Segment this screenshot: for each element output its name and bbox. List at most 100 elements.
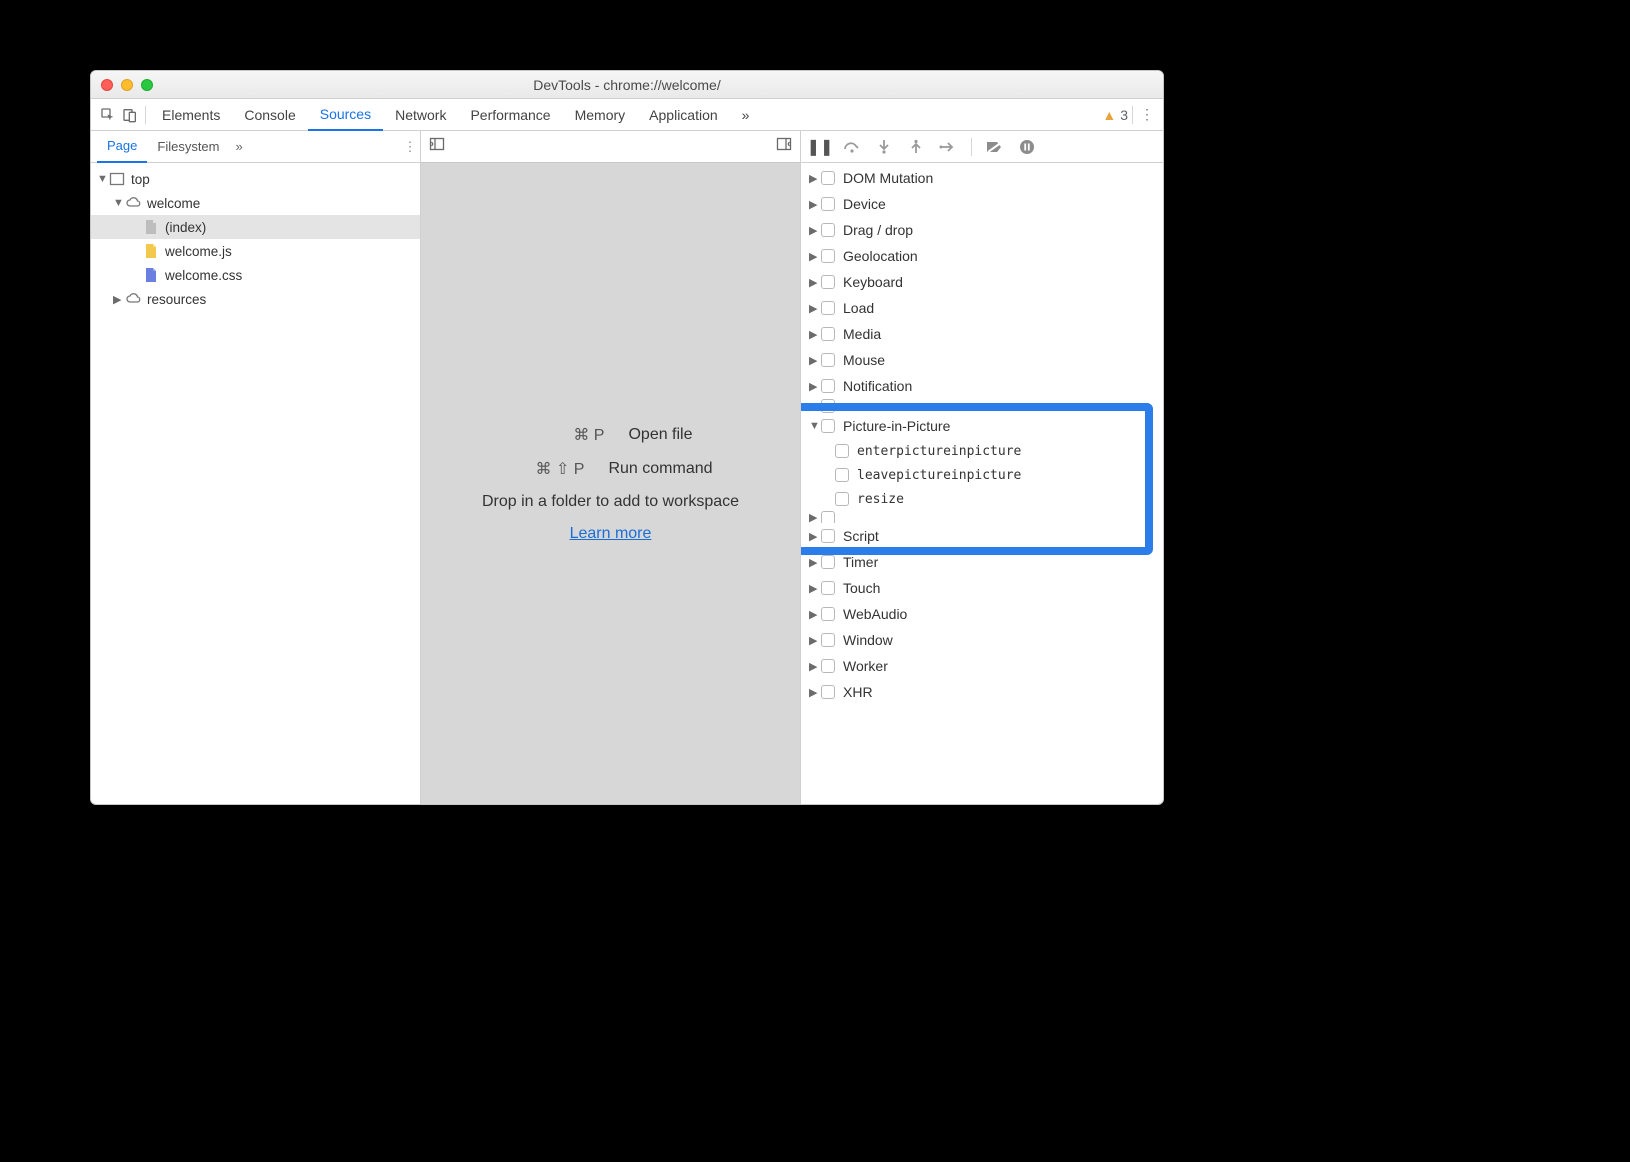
- frame-icon: [109, 171, 125, 187]
- breakpoint-checkbox[interactable]: [821, 659, 835, 673]
- breakpoint-event[interactable]: leavepictureinpicture: [801, 463, 1163, 487]
- step-over-icon[interactable]: [843, 140, 861, 154]
- tree-node-domain[interactable]: ▼ welcome: [91, 191, 420, 215]
- warnings-count: 3: [1120, 107, 1128, 123]
- step-out-icon[interactable]: [907, 139, 925, 155]
- file-icon: [143, 243, 159, 259]
- tree-node-top[interactable]: ▼ top: [91, 167, 420, 191]
- file-icon: [143, 219, 159, 235]
- breakpoint-checkbox[interactable]: [821, 555, 835, 569]
- breakpoint-checkbox[interactable]: [821, 399, 835, 413]
- navigator-menu-button[interactable]: ⋮: [400, 139, 420, 155]
- breakpoint-event[interactable]: enterpictureinpicture: [801, 439, 1163, 463]
- breakpoint-label: Device: [843, 196, 886, 212]
- breakpoint-checkbox[interactable]: [821, 171, 835, 185]
- tab-application[interactable]: Application: [637, 99, 730, 131]
- shortcut-label: Run command: [608, 460, 712, 478]
- breakpoint-category[interactable]: ▶Notification: [801, 373, 1163, 399]
- settings-menu-button[interactable]: ⋮: [1137, 106, 1157, 123]
- inspect-element-icon[interactable]: [97, 107, 119, 123]
- tabs-overflow-button[interactable]: »: [730, 99, 762, 131]
- breakpoint-checkbox[interactable]: [835, 492, 849, 506]
- tab-sources[interactable]: Sources: [308, 99, 383, 131]
- tree-node-resources[interactable]: ▶ resources: [91, 287, 420, 311]
- tree-file[interactable]: welcome.js: [91, 239, 420, 263]
- breakpoint-event[interactable]: resize: [801, 487, 1163, 511]
- pause-on-exceptions-icon[interactable]: [1018, 139, 1036, 155]
- zoom-window-button[interactable]: [141, 79, 153, 91]
- breakpoint-category[interactable]: ▶Worker: [801, 653, 1163, 679]
- navigator-pane: PageFilesystem » ⋮ ▼ top ▼ welcome (inde…: [91, 131, 421, 804]
- tab-network[interactable]: Network: [383, 99, 458, 131]
- breakpoint-checkbox[interactable]: [821, 511, 835, 523]
- breakpoint-category[interactable]: ▶XHR: [801, 679, 1163, 705]
- breakpoint-checkbox[interactable]: [835, 468, 849, 482]
- toggle-device-icon[interactable]: [119, 107, 141, 123]
- breakpoint-checkbox[interactable]: [821, 529, 835, 543]
- breakpoint-category[interactable]: ▶Window: [801, 627, 1163, 653]
- breakpoint-checkbox[interactable]: [821, 301, 835, 315]
- breakpoint-category[interactable]: ▶Touch: [801, 575, 1163, 601]
- devtools-window: DevTools - chrome://welcome/ ElementsCon…: [90, 70, 1164, 805]
- breakpoint-category[interactable]: ▶Media: [801, 321, 1163, 347]
- file-icon: [143, 267, 159, 283]
- tree-file[interactable]: (index): [91, 215, 420, 239]
- warnings-indicator[interactable]: ▲ 3: [1102, 107, 1128, 123]
- breakpoint-checkbox[interactable]: [821, 685, 835, 699]
- breakpoint-label: WebAudio: [843, 606, 907, 622]
- breakpoint-checkbox[interactable]: [821, 327, 835, 341]
- show-navigator-icon[interactable]: [429, 136, 445, 157]
- window-controls: [101, 79, 153, 91]
- breakpoint-label: Mouse: [843, 352, 885, 368]
- pause-icon[interactable]: ❚❚: [811, 137, 829, 157]
- breakpoint-category[interactable]: ▶DOM Mutation: [801, 165, 1163, 191]
- debugger-pane: ❚❚ ▶DOM Mutation▶Device▶Drag / drop▶Geol…: [801, 131, 1163, 804]
- breakpoint-category[interactable]: ▶Mouse: [801, 347, 1163, 373]
- tab-memory[interactable]: Memory: [563, 99, 638, 131]
- breakpoint-checkbox[interactable]: [821, 275, 835, 289]
- debugger-toolbar: ❚❚: [801, 131, 1163, 163]
- breakpoint-checkbox[interactable]: [821, 197, 835, 211]
- subtabs-overflow-button[interactable]: »: [230, 139, 249, 154]
- breakpoint-checkbox[interactable]: [821, 379, 835, 393]
- breakpoint-checkbox[interactable]: [821, 633, 835, 647]
- breakpoint-checkbox[interactable]: [835, 444, 849, 458]
- breakpoint-label: leavepictureinpicture: [857, 468, 1021, 483]
- breakpoint-label: Notification: [843, 378, 912, 394]
- step-into-icon[interactable]: [875, 139, 893, 155]
- breakpoint-checkbox[interactable]: [821, 223, 835, 237]
- breakpoint-checkbox[interactable]: [821, 581, 835, 595]
- breakpoint-label: Geolocation: [843, 248, 918, 264]
- breakpoint-checkbox[interactable]: [821, 419, 835, 433]
- tree-label: top: [131, 172, 150, 187]
- tab-console[interactable]: Console: [232, 99, 307, 131]
- subtab-page[interactable]: Page: [97, 131, 147, 163]
- breakpoint-category[interactable]: ▶WebAudio: [801, 601, 1163, 627]
- breakpoint-category[interactable]: ▶Timer: [801, 549, 1163, 575]
- cloud-icon: [125, 195, 141, 211]
- close-window-button[interactable]: [101, 79, 113, 91]
- devtools-tabbar: ElementsConsoleSourcesNetworkPerformance…: [91, 99, 1163, 131]
- breakpoint-category[interactable]: ▶Script: [801, 523, 1163, 549]
- breakpoint-checkbox[interactable]: [821, 249, 835, 263]
- breakpoint-category[interactable]: ▶Keyboard: [801, 269, 1163, 295]
- deactivate-breakpoints-icon[interactable]: [986, 140, 1004, 154]
- show-debugger-icon[interactable]: [776, 136, 792, 157]
- learn-more-link[interactable]: Learn more: [570, 525, 652, 543]
- breakpoint-checkbox[interactable]: [821, 607, 835, 621]
- breakpoint-checkbox[interactable]: [821, 353, 835, 367]
- minimize-window-button[interactable]: [121, 79, 133, 91]
- subtab-filesystem[interactable]: Filesystem: [147, 131, 229, 163]
- tab-elements[interactable]: Elements: [150, 99, 232, 131]
- breakpoint-label: Keyboard: [843, 274, 903, 290]
- tree-file[interactable]: welcome.css: [91, 263, 420, 287]
- breakpoint-category[interactable]: ▶Geolocation: [801, 243, 1163, 269]
- breakpoint-category[interactable]: ▶Device: [801, 191, 1163, 217]
- step-icon[interactable]: [939, 140, 957, 154]
- breakpoint-category-pip[interactable]: ▼ Picture-in-Picture: [801, 413, 1163, 439]
- breakpoint-category[interactable]: ▶Load: [801, 295, 1163, 321]
- breakpoint-category[interactable]: ▶Drag / drop: [801, 217, 1163, 243]
- breakpoint-label: Script: [843, 528, 879, 544]
- breakpoint-label: DOM Mutation: [843, 170, 933, 186]
- tab-performance[interactable]: Performance: [458, 99, 562, 131]
